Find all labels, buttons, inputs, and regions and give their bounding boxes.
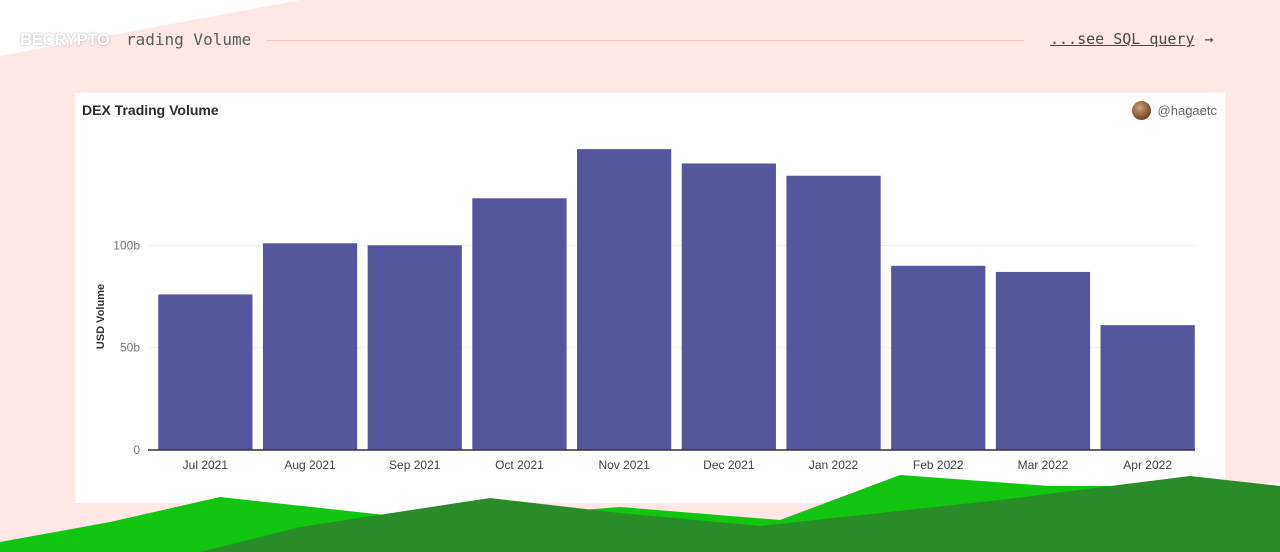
hills-decoration (0, 475, 1280, 552)
brand-logo: BECRYPTO (20, 30, 110, 49)
